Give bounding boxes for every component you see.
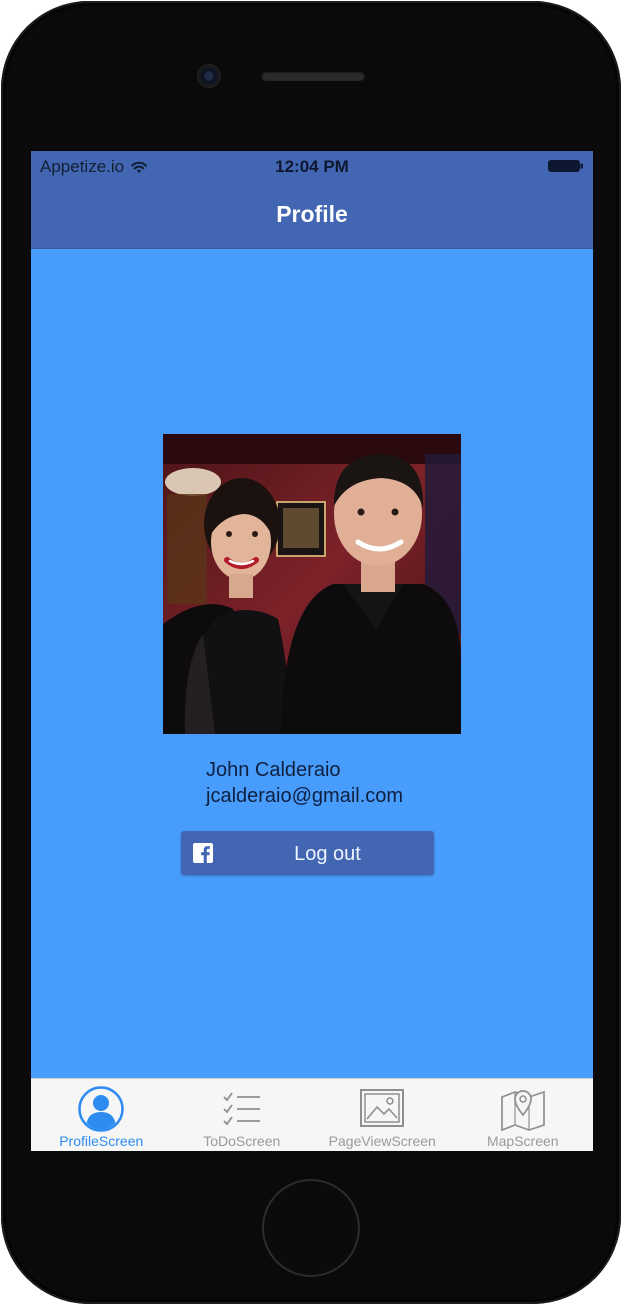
profile-email: jcalderaio@gmail.com <box>206 785 404 807</box>
logout-label: Log out <box>294 843 361 865</box>
home-button[interactable] <box>262 1179 360 1277</box>
picture-icon <box>360 1089 405 1127</box>
status-bar: Appetize.io 12:04 PM <box>31 151 593 181</box>
tab-bar: ProfileScreen ToDoScreen PageViewScreen … <box>31 1078 593 1151</box>
tab-map-screen[interactable]: MapScreen <box>453 1079 594 1151</box>
checklist-icon <box>223 1092 260 1126</box>
tab-label: ProfileScreen <box>59 1133 144 1149</box>
map-pin-icon <box>500 1090 545 1132</box>
logout-button[interactable]: Log out <box>181 831 434 875</box>
person-icon <box>78 1086 124 1132</box>
profile-content: John Calderaio jcalderaio@gmail.com Log … <box>31 249 593 1078</box>
tab-label: PageViewScreen <box>328 1133 436 1149</box>
tab-profile-screen[interactable]: ProfileScreen <box>31 1079 172 1151</box>
page-title: Profile <box>276 201 348 227</box>
navigation-bar: Profile <box>31 181 593 249</box>
profile-photo <box>163 434 461 734</box>
facebook-icon <box>193 843 213 863</box>
phone-screen: Appetize.io 12:04 PM Profile John Calder… <box>31 151 593 1151</box>
battery-icon <box>548 160 583 172</box>
tab-label: MapScreen <box>486 1133 559 1149</box>
phone-frame: Appetize.io 12:04 PM Profile John Calder… <box>1 1 621 1304</box>
front-camera <box>198 65 220 87</box>
profile-name: John Calderaio <box>206 759 341 781</box>
tab-label: ToDoScreen <box>203 1133 281 1149</box>
tab-todo-screen[interactable]: ToDoScreen <box>172 1079 313 1151</box>
status-time: 12:04 PM <box>275 157 349 176</box>
earpiece-speaker <box>261 71 365 81</box>
tab-pageview-screen[interactable]: PageViewScreen <box>312 1079 453 1151</box>
profile-photo-illustration <box>163 434 461 734</box>
